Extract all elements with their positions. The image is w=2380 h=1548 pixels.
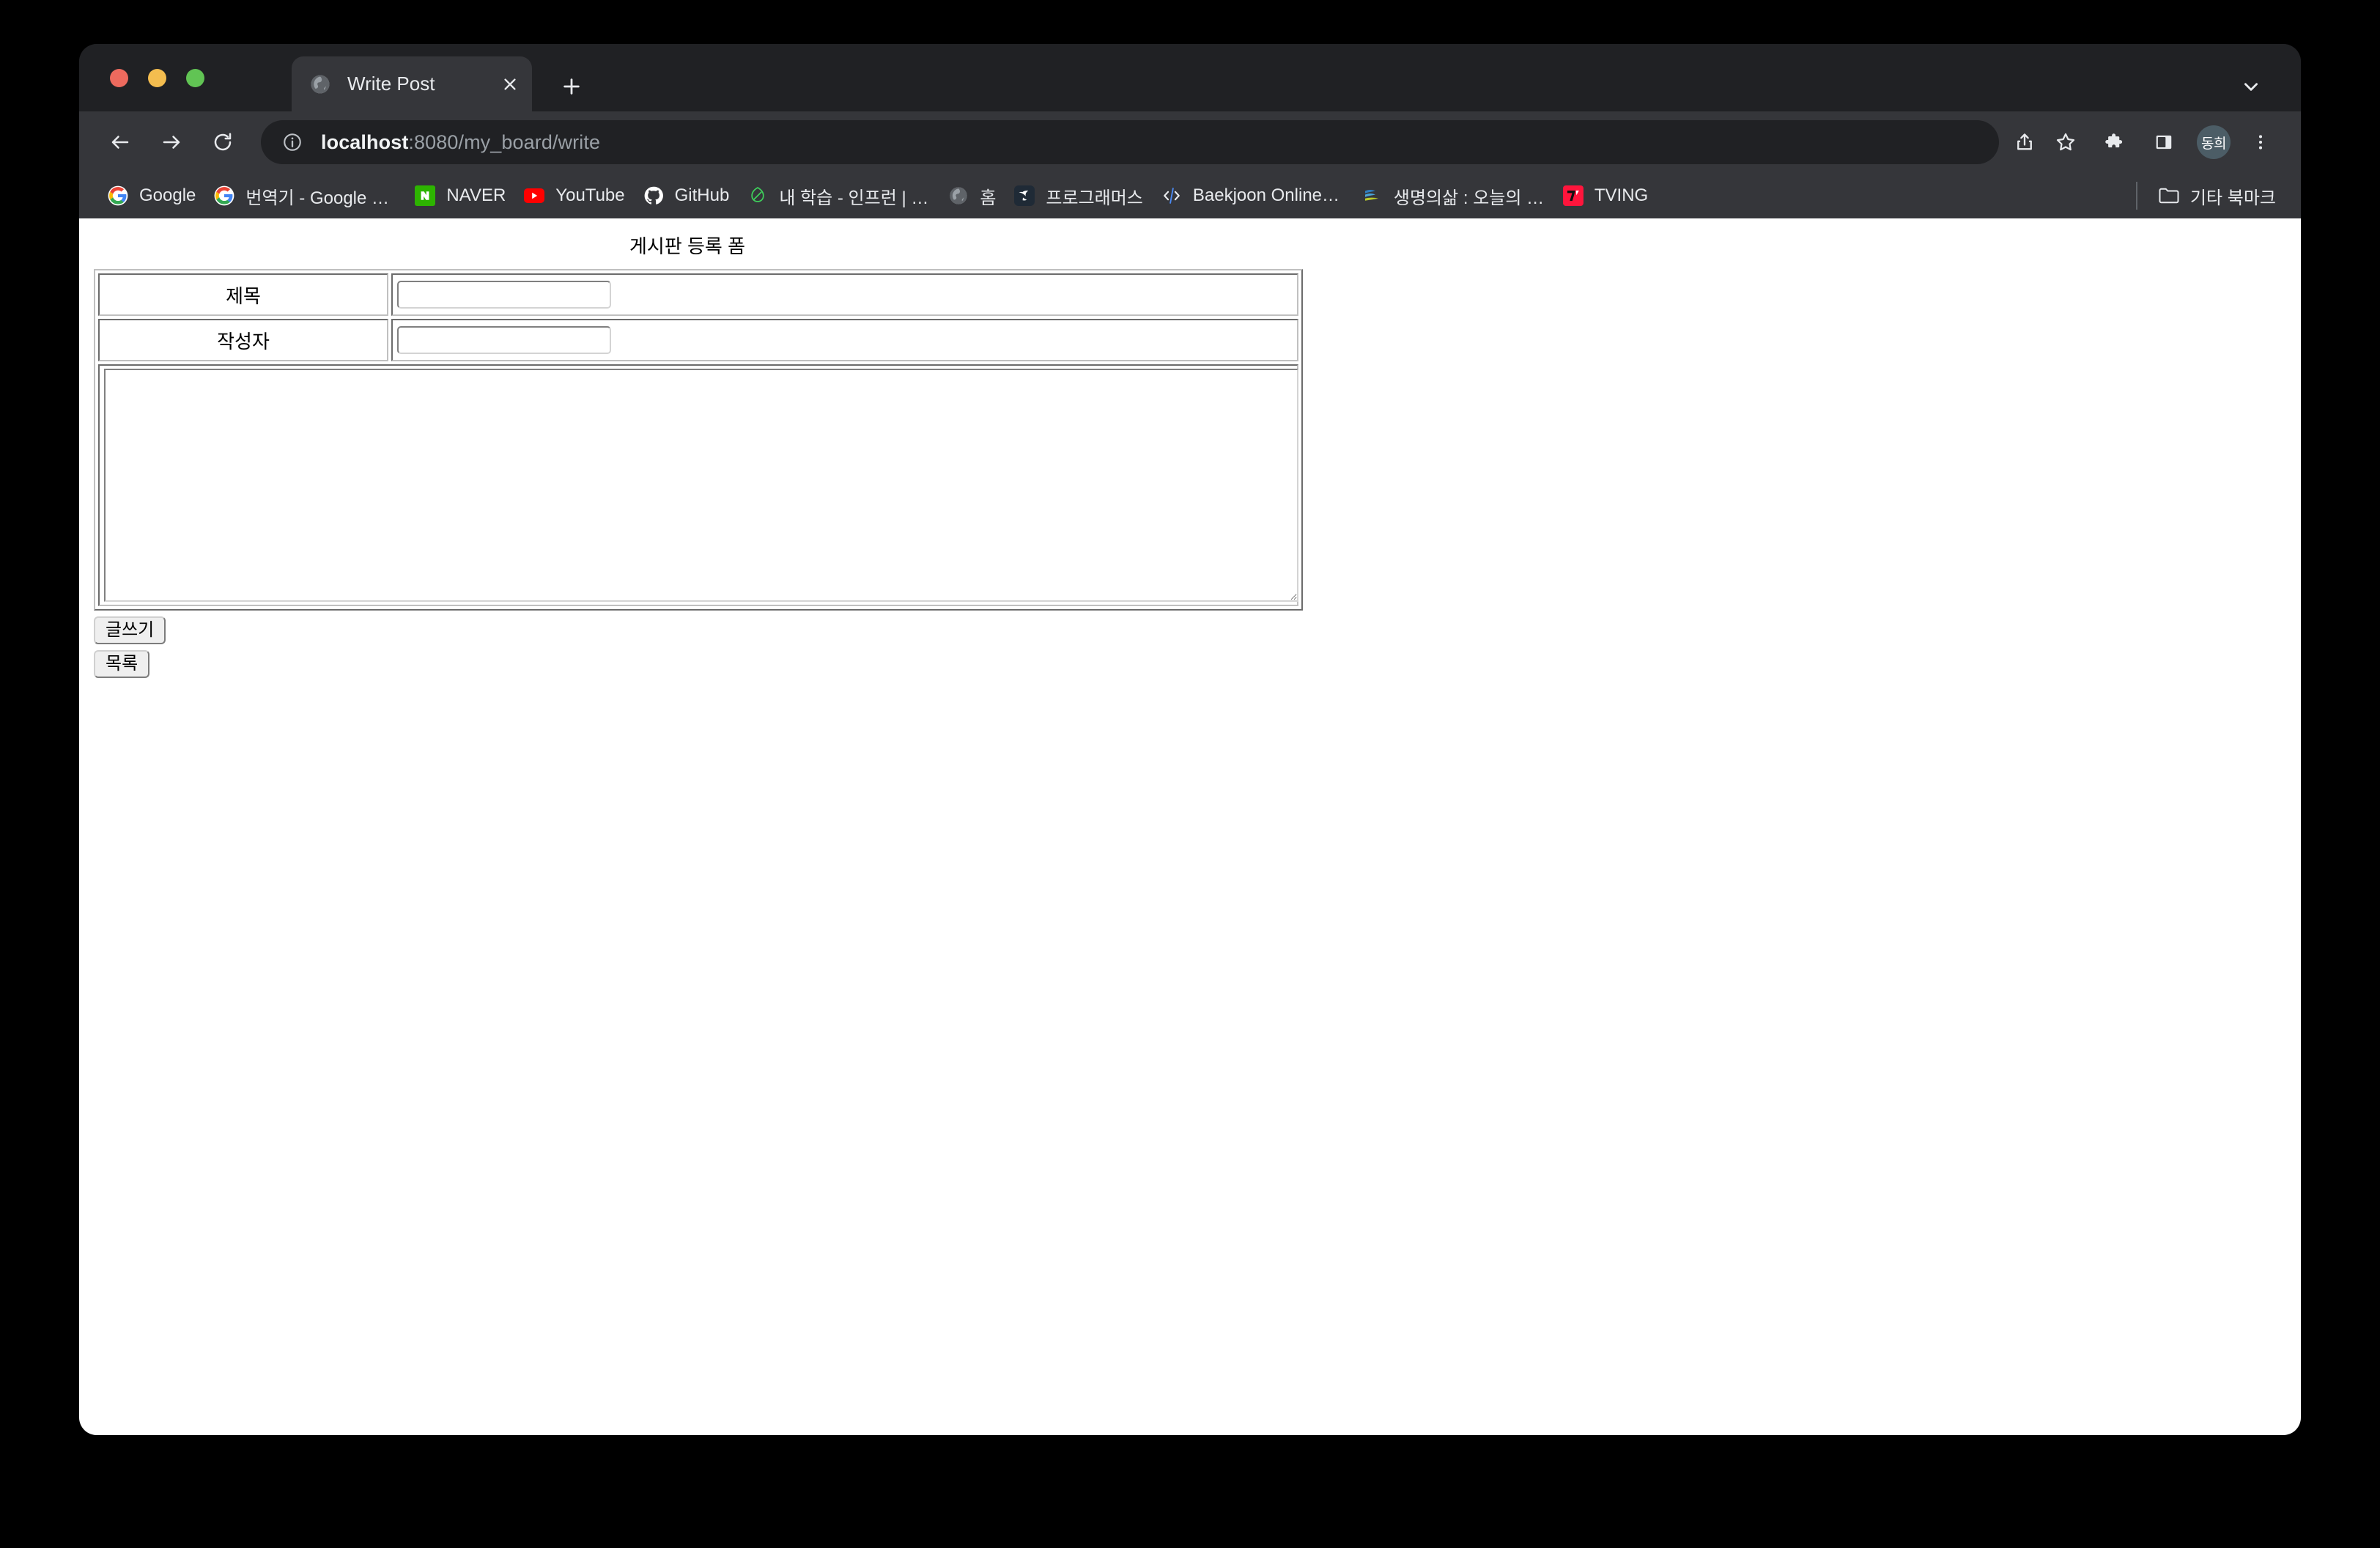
other-bookmarks-button[interactable]: 기타 북마크: [2151, 180, 2283, 212]
back-icon[interactable]: [100, 122, 141, 163]
inflearn-icon: [747, 185, 769, 207]
form-table: 제목 작성자: [94, 269, 1303, 611]
browser-toolbar: localhost:8080/my_board/write 동희: [79, 111, 2301, 173]
globe-icon: [309, 73, 331, 95]
chevron-down-icon[interactable]: [2233, 69, 2269, 104]
reload-icon[interactable]: [202, 122, 243, 163]
bookmark-google[interactable]: Google: [98, 180, 204, 212]
close-icon[interactable]: [494, 68, 526, 100]
github-icon: [643, 185, 665, 207]
bookmark-baekjoon[interactable]: Baekjoon Online J...: [1152, 180, 1353, 212]
tab-write-post[interactable]: Write Post: [292, 56, 532, 111]
naver-icon: [414, 185, 436, 207]
bookmark-label: Google: [139, 185, 196, 205]
new-tab-button[interactable]: [554, 69, 589, 104]
tab-strip: Write Post: [79, 44, 2301, 111]
url-text: localhost:8080/my_board/write: [321, 131, 600, 154]
bookmark-naver[interactable]: NAVER: [405, 180, 514, 212]
bookmark-label: TVING: [1594, 185, 1649, 205]
other-bookmarks-label: 기타 북마크: [2189, 188, 2276, 208]
minimize-window-button[interactable]: [148, 69, 166, 87]
title-label: 제목: [98, 273, 388, 316]
maximize-window-button[interactable]: [186, 69, 204, 87]
bookmark-home[interactable]: 홈: [939, 180, 1005, 212]
bookmark-label: 생명의삶 : 오늘의 QT...: [1393, 188, 1545, 208]
side-panel-icon[interactable]: [2144, 122, 2184, 162]
puzzle-icon[interactable]: [2094, 122, 2134, 162]
url-host: localhost: [321, 130, 409, 153]
window-controls: [110, 69, 204, 87]
tab-title: Write Post: [347, 73, 435, 95]
bookmark-github[interactable]: GitHub: [634, 180, 739, 212]
bookmark-tving[interactable]: TVING: [1553, 180, 1657, 212]
writer-label: 작성자: [98, 319, 388, 361]
bookmark-inflearn[interactable]: 내 학습 - 인프런 | 마...: [738, 180, 939, 212]
bookmark-label: NAVER: [446, 185, 506, 205]
google-icon: [213, 185, 235, 207]
bookmark-label: 번역기 - Google 검색: [245, 188, 397, 208]
writer-input[interactable]: [397, 326, 611, 354]
bookmark-label: 홈: [980, 188, 997, 208]
table-row: [98, 364, 1298, 606]
table-row: 작성자: [98, 319, 1298, 361]
forward-icon[interactable]: [151, 122, 192, 163]
browser-window: Write Post localhost:8080/my_board/write…: [79, 44, 2301, 1435]
duranno-icon: [1361, 185, 1383, 207]
google-icon: [107, 185, 129, 207]
divider: [2135, 182, 2137, 210]
bookmark-label: 프로그래머스: [1046, 188, 1143, 208]
bookmark-label: GitHub: [674, 185, 730, 205]
globe-icon: [947, 185, 969, 207]
close-window-button[interactable]: [110, 69, 128, 87]
page-title: 게시판 등록 폼: [629, 235, 745, 257]
avatar[interactable]: 동희: [2197, 125, 2231, 159]
submit-button[interactable]: 글쓰기: [94, 616, 166, 644]
folder-icon: [2158, 185, 2180, 207]
bookmark-label: YouTube: [555, 185, 625, 205]
programmers-icon: [1013, 185, 1035, 207]
star-icon[interactable]: [2047, 124, 2084, 161]
content-textarea[interactable]: [104, 369, 1298, 602]
bookmark-duranno-qt[interactable]: 생명의삶 : 오늘의 QT...: [1353, 180, 1553, 212]
three-dots-icon[interactable]: [2241, 122, 2280, 162]
code-brackets-icon: [1161, 185, 1183, 207]
table-row: 제목: [98, 273, 1298, 316]
bookmark-youtube[interactable]: YouTube: [514, 180, 633, 212]
list-button[interactable]: 목록: [94, 650, 150, 678]
page-viewport: 게시판 등록 폼 제목 작성자 글쓰기 목록: [79, 218, 2301, 1435]
info-circle-icon[interactable]: [280, 130, 305, 155]
youtube-icon: [523, 185, 545, 207]
share-icon[interactable]: [2006, 124, 2043, 161]
write-post-form: 제목 작성자 글쓰기 목록: [79, 269, 2301, 678]
bookmark-google-translate[interactable]: 번역기 - Google 검색: [204, 180, 405, 212]
writer-field-cell: [391, 319, 1298, 361]
bookmark-label: 내 학습 - 인프런 | 마...: [779, 188, 931, 208]
url-path: :8080/my_board/write: [408, 130, 601, 153]
content-field-cell: [98, 364, 1298, 606]
bookmark-programmers[interactable]: 프로그래머스: [1005, 180, 1151, 212]
title-input[interactable]: [397, 281, 611, 309]
bookmark-label: Baekjoon Online J...: [1192, 185, 1344, 205]
address-bar[interactable]: localhost:8080/my_board/write: [261, 120, 1999, 164]
title-field-cell: [391, 273, 1298, 316]
bookmarks-bar: Google 번역기 - Google 검색 NAVER YouTube Git…: [79, 173, 2301, 218]
tving-icon: [1562, 185, 1584, 207]
